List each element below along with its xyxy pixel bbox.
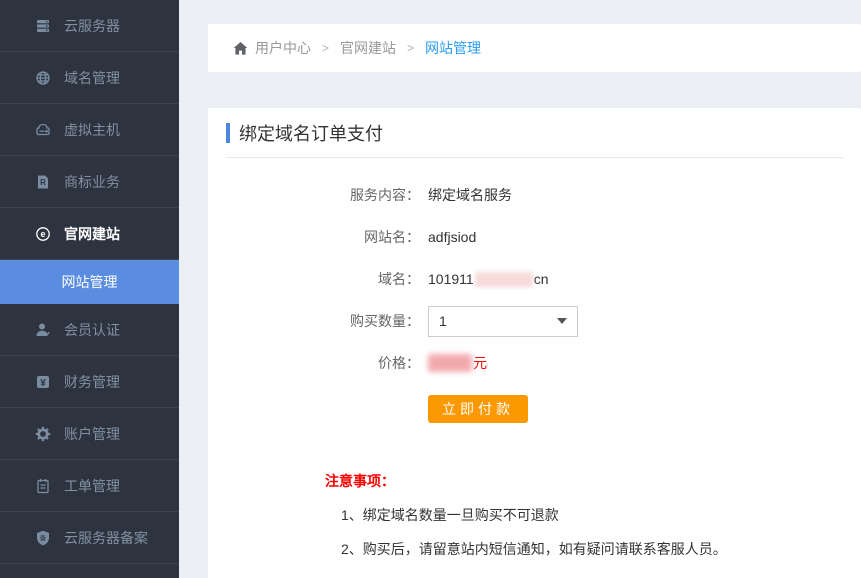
breadcrumb-separator: > — [322, 41, 329, 55]
sidebar-item-virtual-host[interactable]: 虚拟主机 — [0, 104, 179, 156]
form-row-domain: 域名： 101911 cn — [208, 258, 861, 300]
svg-text:¥: ¥ — [40, 378, 46, 389]
breadcrumb-user-center[interactable]: 用户中心 — [255, 38, 311, 58]
form-row-price: 价格： 元 — [208, 342, 861, 384]
page-title: 绑定域名订单支付 — [239, 120, 383, 146]
panel-header: 绑定域名订单支付 — [226, 108, 843, 158]
home-icon — [233, 41, 248, 56]
sidebar-item-trademark[interactable]: R 商标业务 — [0, 156, 179, 208]
domain-value-suffix: cn — [534, 271, 549, 287]
form-row-site-name: 网站名： adfjsiod — [208, 216, 861, 258]
sidebar-item-label: 财务管理 — [64, 372, 120, 392]
sidebar-item-finance[interactable]: ¥ 财务管理 — [0, 356, 179, 408]
shield-icon: 备 — [34, 529, 51, 546]
order-form: 服务内容： 绑定域名服务 网站名： adfjsiod 域名： 101911 cn… — [208, 158, 861, 423]
sidebar-item-cloud-server[interactable]: 云服务器 — [0, 0, 179, 52]
breadcrumb-separator: > — [407, 41, 414, 55]
sidebar-item-label: 账户管理 — [64, 424, 120, 444]
note-item: 1、绑定域名数量一旦购买不可退款 — [341, 505, 861, 525]
server-icon — [34, 17, 51, 34]
svg-text:e: e — [40, 229, 45, 239]
gear-icon — [34, 425, 51, 442]
chevron-down-icon — [557, 318, 567, 324]
breadcrumb: 用户中心 > 官网建站 > 网站管理 — [208, 24, 861, 72]
sidebar-item-label: 域名管理 — [64, 68, 120, 88]
svg-text:R: R — [40, 178, 46, 187]
workorder-icon — [34, 477, 51, 494]
sidebar-item-domain-management[interactable]: 域名管理 — [0, 52, 179, 104]
sidebar: 云服务器 域名管理 虚拟主机 R 商标业务 e 官网建站 网站管理 会员认证 ¥ — [0, 0, 179, 578]
sidebar-item-label: 商标业务 — [64, 172, 120, 192]
quantity-select[interactable]: 1 — [428, 306, 578, 337]
form-row-quantity: 购买数量： 1 — [208, 300, 861, 342]
breadcrumb-website-builder[interactable]: 官网建站 — [340, 38, 396, 58]
notes-heading: 注意事项： — [325, 471, 861, 491]
service-value: 绑定域名服务 — [428, 185, 512, 205]
domain-value: 101911 cn — [428, 271, 548, 287]
order-panel: 绑定域名订单支付 服务内容： 绑定域名服务 网站名： adfjsiod 域名： … — [208, 108, 861, 578]
sidebar-subitem-website-management[interactable]: 网站管理 — [0, 260, 179, 304]
sidebar-item-label: 云服务器备案 — [64, 528, 148, 548]
sidebar-item-label: 官网建站 — [64, 224, 120, 244]
site-name-value: adfjsiod — [428, 229, 476, 245]
title-accent-bar — [226, 123, 230, 143]
service-label: 服务内容： — [208, 185, 420, 205]
price-redacted-blur — [428, 354, 472, 372]
member-auth-icon — [34, 321, 51, 338]
sidebar-item-label: 虚拟主机 — [64, 120, 120, 140]
sidebar-item-label: 云服务器 — [64, 16, 120, 36]
quantity-label: 购买数量： — [208, 311, 420, 331]
price-value: 元 — [428, 353, 487, 373]
form-row-service: 服务内容： 绑定域名服务 — [208, 174, 861, 216]
svg-text:备: 备 — [39, 533, 46, 542]
domain-redacted-blur — [475, 272, 533, 287]
sidebar-item-server-filing[interactable]: 备 云服务器备案 — [0, 512, 179, 564]
sidebar-item-website-builder[interactable]: e 官网建站 — [0, 208, 179, 260]
domain-value-prefix: 101911 — [428, 271, 474, 287]
sidebar-item-account[interactable]: 账户管理 — [0, 408, 179, 460]
note-item: 2、购买后，请留意站内短信通知，如有疑问请联系客服人员。 — [341, 539, 861, 559]
notes-section: 注意事项： 1、绑定域名数量一旦购买不可退款 2、购买后，请留意站内短信通知，如… — [325, 471, 861, 559]
sidebar-subitem-label: 网站管理 — [62, 272, 118, 292]
host-icon — [34, 121, 51, 138]
breadcrumb-website-management[interactable]: 网站管理 — [425, 38, 481, 58]
sidebar-item-label: 会员认证 — [64, 320, 120, 340]
price-unit: 元 — [473, 353, 487, 373]
site-name-label: 网站名： — [208, 227, 420, 247]
website-icon: e — [34, 225, 51, 242]
sidebar-item-member-auth[interactable]: 会员认证 — [0, 304, 179, 356]
quantity-selected-value: 1 — [439, 313, 447, 329]
sidebar-item-label: 工单管理 — [64, 476, 120, 496]
sidebar-item-workorder[interactable]: 工单管理 — [0, 460, 179, 512]
finance-icon: ¥ — [34, 373, 51, 390]
globe-icon — [34, 69, 51, 86]
price-label: 价格： — [208, 353, 420, 373]
main-content: 用户中心 > 官网建站 > 网站管理 绑定域名订单支付 服务内容： 绑定域名服务… — [179, 0, 861, 578]
domain-label: 域名： — [208, 269, 420, 289]
pay-now-button[interactable]: 立即付款 — [428, 395, 528, 423]
pay-button-row: 立即付款 — [428, 395, 861, 423]
trademark-icon: R — [34, 173, 51, 190]
